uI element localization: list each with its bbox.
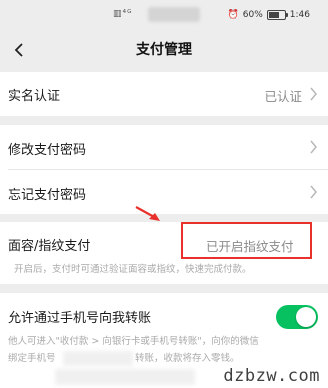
alarm-icon: ⏰ [227, 10, 239, 20]
status-bar: ▥⁴ᴳ ⏰ 60% 1:46 [0, 0, 328, 32]
phone-transfer-toggle[interactable] [276, 305, 318, 329]
phone-transfer-description-2b: 转账，收款将存入零钱。 [135, 353, 240, 364]
annotation-arrow-icon [135, 206, 160, 221]
highlight-box [181, 222, 312, 259]
battery-percent: 60% [242, 10, 263, 20]
chevron-right-icon [310, 185, 317, 199]
divider [8, 169, 328, 170]
nav-bar: 支付管理 [0, 32, 328, 68]
row-real-name[interactable]: 实名认证 已认证 [0, 72, 328, 116]
change-password-label: 修改支付密码 [8, 143, 87, 158]
real-name-label: 实名认证 [8, 89, 61, 104]
chevron-left-icon [14, 43, 23, 57]
status-right: ⏰ 60% 1:46 [228, 10, 310, 20]
forgot-password-label: 忘记支付密码 [8, 188, 87, 203]
blurred-region [55, 369, 195, 385]
blurred-phone-number [63, 351, 133, 366]
real-name-status: 已认证 [264, 89, 302, 104]
phone-transfer-description-2a: 绑定手机号 [8, 353, 56, 364]
clock: 1:46 [289, 10, 310, 20]
phone-transfer-description-1: 他人可进入"收付款 > 向银行卡或手机号转账"，向你的微信 [8, 336, 259, 347]
back-button[interactable] [6, 32, 32, 68]
face-fingerprint-label: 面容/指纹支付 [8, 239, 91, 254]
phone-transfer-label: 允许通过手机号向我转账 [8, 311, 152, 326]
page-title: 支付管理 [136, 42, 192, 58]
chevron-right-icon [310, 87, 317, 101]
battery-icon [266, 10, 288, 20]
watermark: dzbzw.com [223, 366, 320, 386]
toggle-knob [296, 307, 316, 327]
signal-icons: ▥⁴ᴳ [113, 9, 133, 19]
face-fingerprint-description: 开启后，支付时可通过验证面容或指纹，快速完成付款。 [14, 264, 252, 275]
blurred-carrier [148, 7, 200, 22]
chevron-right-icon [310, 140, 317, 154]
row-forgot-password[interactable]: 忘记支付密码 [0, 169, 328, 214]
row-change-password[interactable]: 修改支付密码 [0, 125, 328, 169]
